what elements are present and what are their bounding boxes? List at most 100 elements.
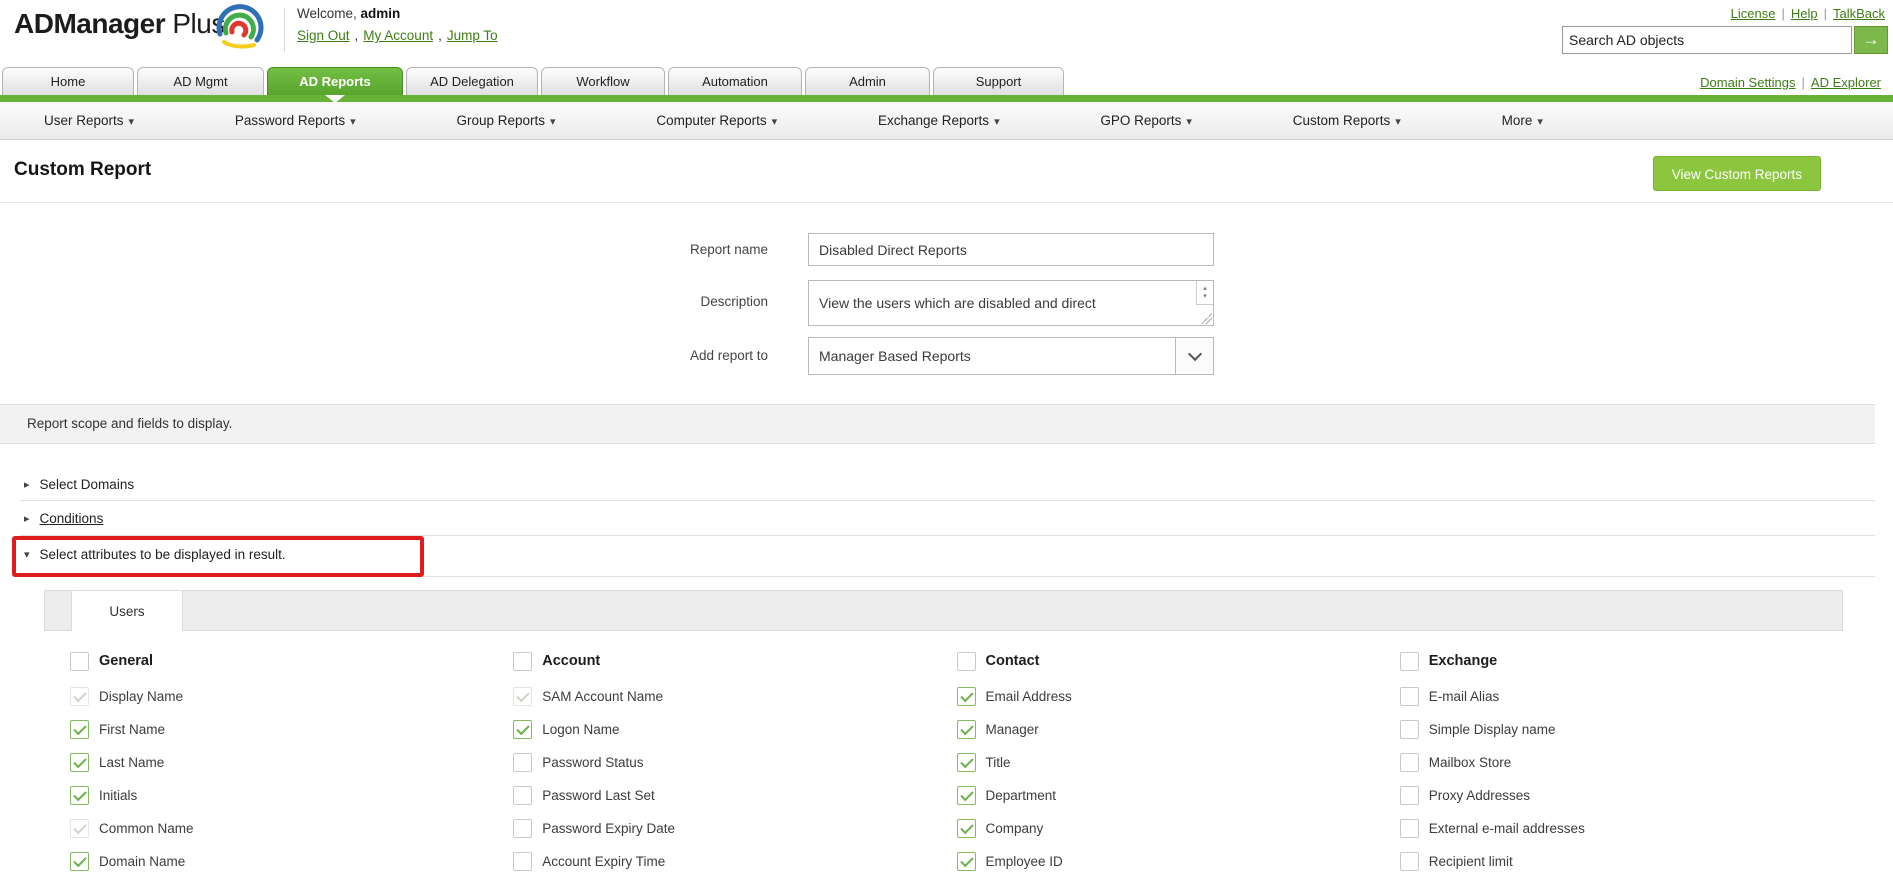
menu-password-reports[interactable]: Password Reports ▾ <box>235 113 356 128</box>
logo-swoosh-icon <box>216 4 264 49</box>
tab-home[interactable]: Home <box>2 67 134 95</box>
divider <box>20 535 1875 536</box>
column-header-row: Exchange <box>1399 651 1843 671</box>
jump-to-link[interactable]: Jump To <box>447 28 498 43</box>
add-report-to-select[interactable]: Manager Based Reports <box>808 337 1214 375</box>
tab-workflow[interactable]: Workflow <box>541 67 665 95</box>
tab-automation[interactable]: Automation <box>668 67 802 95</box>
tab-support[interactable]: Support <box>933 67 1064 95</box>
attribute-label: SAM Account Name <box>542 688 664 704</box>
talkback-link[interactable]: TalkBack <box>1833 6 1885 21</box>
password-last-set-checkbox[interactable] <box>513 785 533 805</box>
tab-ad-delegation[interactable]: AD Delegation <box>406 67 538 95</box>
scope-accordions: ▸ Select Domains ▸ Conditions ▾ Select a… <box>0 444 1893 590</box>
contact-header-checkbox[interactable] <box>956 651 976 671</box>
menu-user-reports[interactable]: User Reports ▾ <box>44 113 134 128</box>
triangle-down-icon: ▾ <box>24 548 30 561</box>
my-account-link[interactable]: My Account <box>363 28 433 43</box>
attribute-label: Initials <box>99 787 138 803</box>
separator: | <box>1801 75 1805 90</box>
accordion-conditions[interactable]: ▸ Conditions <box>24 504 103 532</box>
attribute-row: Last Name <box>70 752 513 772</box>
company-checkbox[interactable] <box>956 818 976 838</box>
accordion-select-attributes[interactable]: ▾ Select attributes to be displayed in r… <box>24 540 286 568</box>
sign-out-link[interactable]: Sign Out <box>297 28 350 43</box>
display-name-checkbox[interactable] <box>70 686 89 706</box>
menu-label: Password Reports <box>234 113 346 128</box>
ad-explorer-link[interactable]: AD Explorer <box>1811 75 1881 90</box>
select-value: Manager Based Reports <box>819 348 971 364</box>
column-header-row: Account <box>513 651 956 671</box>
proxy-addresses-checkbox[interactable] <box>1399 785 1419 805</box>
tab-ad-mgmt[interactable]: AD Mgmt <box>137 67 264 95</box>
menu-gpo-reports[interactable]: GPO Reports ▾ <box>1100 113 1192 128</box>
menu-exchange-reports[interactable]: Exchange Reports ▾ <box>878 113 1000 128</box>
general-header-checkbox[interactable] <box>70 651 89 671</box>
column-account: Account SAM Account Name Logon Name Pass… <box>513 651 956 873</box>
attribute-label: Proxy Addresses <box>1428 787 1531 803</box>
first-name-checkbox[interactable] <box>70 719 89 739</box>
menu-group-reports[interactable]: Group Reports ▾ <box>456 113 555 128</box>
menu-label: User Reports <box>44 113 124 128</box>
column-exchange: Exchange E-mail Alias Simple Display nam… <box>1399 651 1843 873</box>
account-expiry-time-checkbox[interactable] <box>513 851 533 871</box>
help-link[interactable]: Help <box>1791 6 1818 21</box>
select-dropdown-button[interactable] <box>1175 338 1213 374</box>
description-label: Description <box>700 294 768 309</box>
domain-name-checkbox[interactable] <box>70 851 89 871</box>
report-form: Report name Description View the users w… <box>0 203 1893 404</box>
attribute-row: Simple Display name <box>1399 719 1843 739</box>
search-go-button[interactable]: → <box>1854 26 1888 54</box>
attribute-row: Manager <box>956 719 1400 739</box>
title-checkbox[interactable] <box>956 752 976 772</box>
column-contact: Contact Email Address Manager Title Depa… <box>956 651 1400 873</box>
attribute-label: Common Name <box>99 820 194 836</box>
tab-admin[interactable]: Admin <box>805 67 930 95</box>
attribute-row: External e-mail addresses <box>1399 818 1843 838</box>
recipient-limit-checkbox[interactable] <box>1399 851 1419 871</box>
attribute-label: External e-mail addresses <box>1428 820 1585 836</box>
tab-ad-reports[interactable]: AD Reports <box>267 67 403 95</box>
page-title: Custom Report <box>14 159 152 180</box>
menu-more[interactable]: More ▾ <box>1502 113 1543 128</box>
menu-computer-reports[interactable]: Computer Reports ▾ <box>656 113 777 128</box>
initials-checkbox[interactable] <box>70 785 89 805</box>
attribute-row: First Name <box>70 719 513 739</box>
password-expiry-date-checkbox[interactable] <box>513 818 533 838</box>
search-input[interactable] <box>1562 26 1852 54</box>
exchange-header-checkbox[interactable] <box>1399 651 1419 671</box>
sam-account-name-checkbox[interactable] <box>513 686 533 706</box>
description-line2: reports <box>819 317 1187 325</box>
mailbox-store-checkbox[interactable] <box>1399 752 1419 772</box>
email-address-checkbox[interactable] <box>956 686 976 706</box>
manager-checkbox[interactable] <box>956 719 976 739</box>
tab-users[interactable]: Users <box>71 590 183 631</box>
resize-handle-icon[interactable] <box>1201 313 1212 324</box>
account-header-checkbox[interactable] <box>513 651 533 671</box>
department-checkbox[interactable] <box>956 785 976 805</box>
license-link[interactable]: License <box>1731 6 1776 21</box>
external-email-addresses-checkbox[interactable] <box>1399 818 1419 838</box>
email-alias-checkbox[interactable] <box>1399 686 1419 706</box>
attribute-label: Employee ID <box>985 853 1063 869</box>
view-custom-reports-button[interactable]: View Custom Reports <box>1652 156 1821 191</box>
caret-down-icon: ▾ <box>550 116 556 128</box>
password-status-checkbox[interactable] <box>513 752 533 772</box>
attribute-label: Title <box>985 754 1011 770</box>
attribute-label: First Name <box>99 721 166 737</box>
stepper-control[interactable]: ▴ ▾ <box>1196 281 1213 305</box>
menu-label: Computer Reports <box>656 113 767 128</box>
logon-name-checkbox[interactable] <box>513 719 533 739</box>
accordion-label: Select attributes to be displayed in res… <box>39 546 286 562</box>
menu-custom-reports[interactable]: Custom Reports ▾ <box>1293 113 1401 128</box>
simple-display-name-checkbox[interactable] <box>1399 719 1419 739</box>
report-name-input[interactable] <box>808 233 1214 266</box>
common-name-checkbox[interactable] <box>70 818 89 838</box>
last-name-checkbox[interactable] <box>70 752 89 772</box>
employee-id-checkbox[interactable] <box>956 851 976 871</box>
description-textarea[interactable]: View the users which are disabled and di… <box>808 280 1214 326</box>
domain-settings-link[interactable]: Domain Settings <box>1700 75 1795 90</box>
menu-label: More <box>1501 113 1533 128</box>
attribute-row: Email Address <box>956 686 1400 706</box>
accordion-select-domains[interactable]: ▸ Select Domains <box>24 470 134 498</box>
